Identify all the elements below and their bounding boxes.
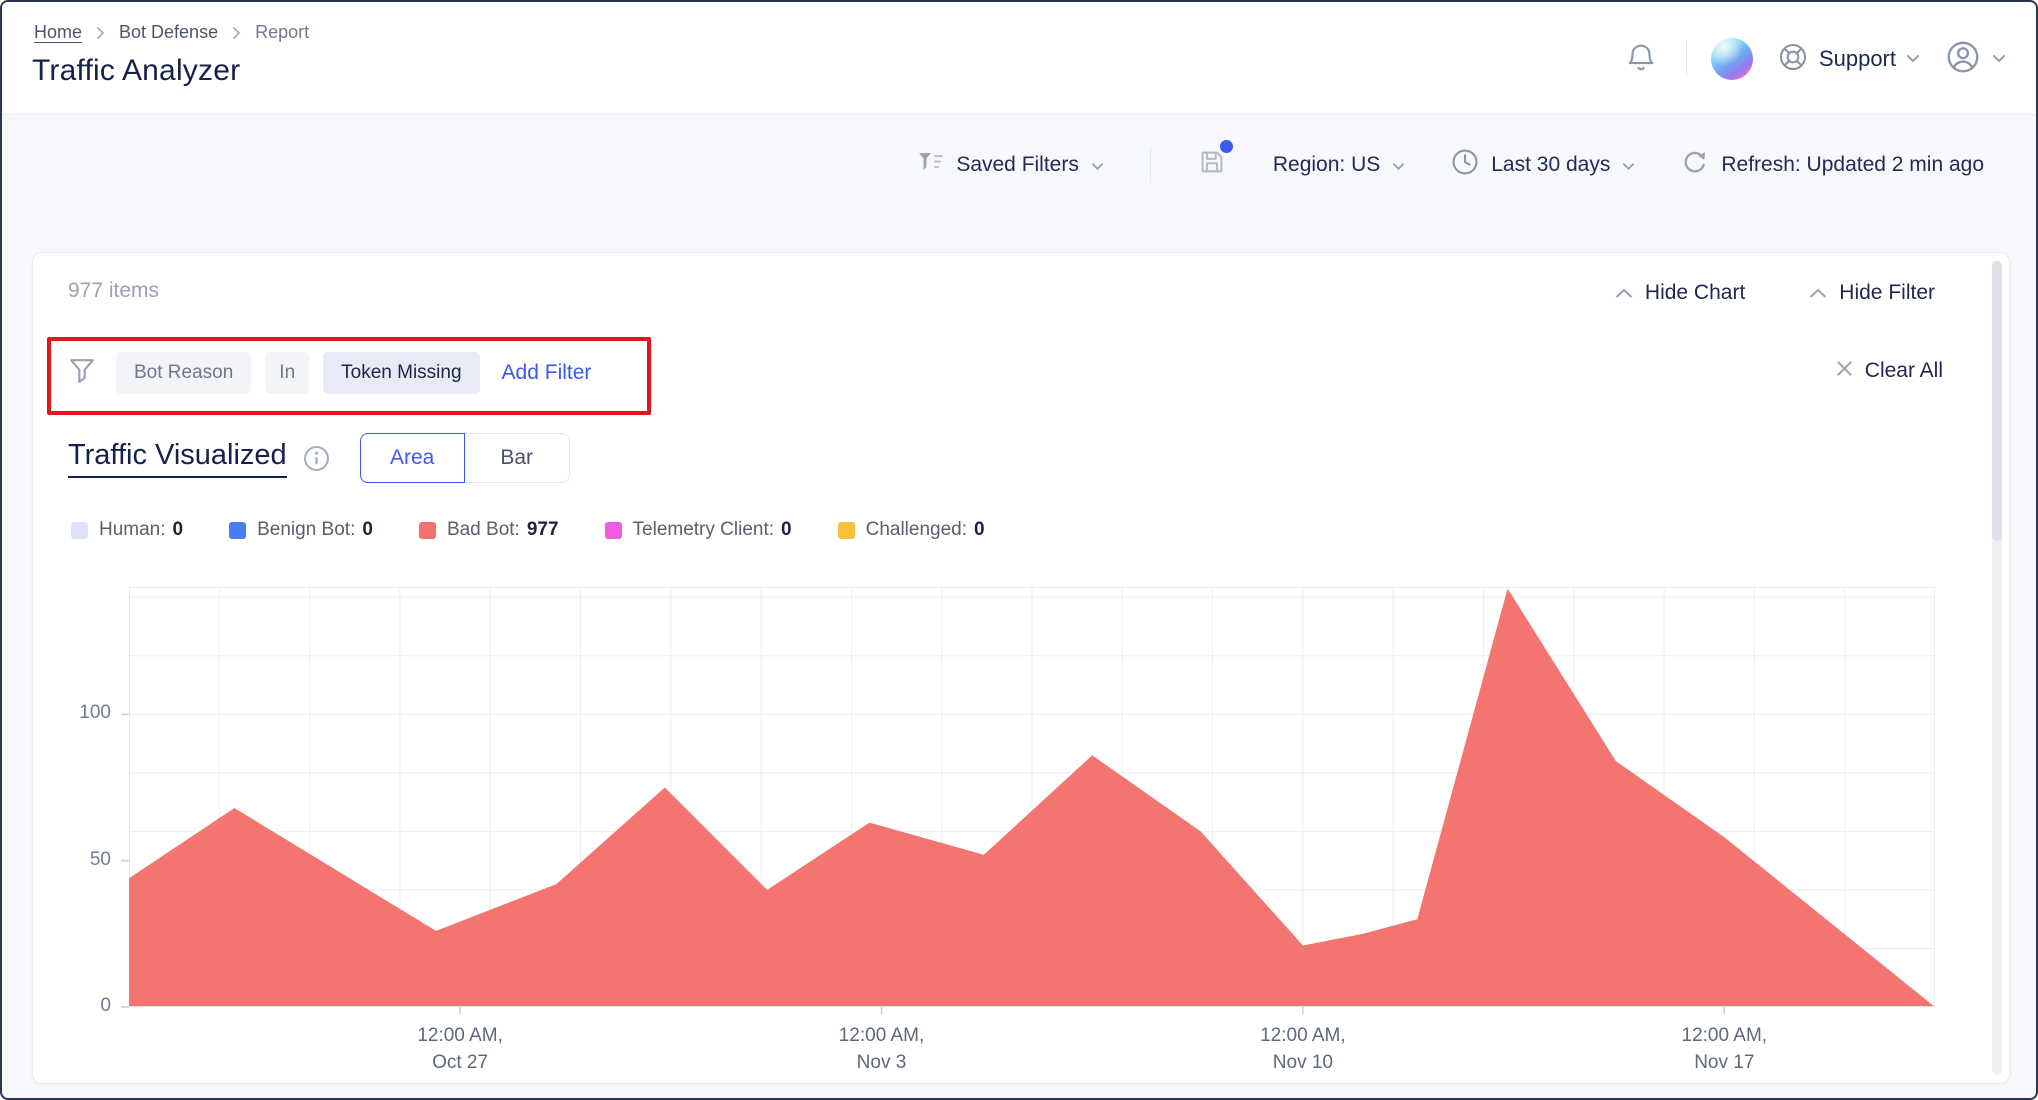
user-menu[interactable]	[1944, 38, 2006, 79]
header: Home Bot Defense Report Traffic Analyzer…	[2, 2, 2036, 115]
legend-swatch	[605, 522, 622, 539]
legend-value: 0	[781, 519, 792, 541]
report-panel: 977 items Hide Chart Hide Filter Bot Rea…	[32, 252, 2010, 1084]
breadcrumb-separator-icon	[232, 26, 241, 40]
toolbar-divider	[1150, 147, 1151, 183]
legend-item-human[interactable]: Human: 0	[71, 519, 183, 541]
legend-swatch	[838, 522, 855, 539]
filter-operator-chip[interactable]: In	[265, 352, 309, 394]
support-label: Support	[1819, 46, 1896, 72]
chart-section-header: Traffic Visualized Area Bar	[68, 433, 570, 483]
x-axis-label: 12:00 AM,Nov 3	[782, 1023, 982, 1076]
section-title[interactable]: Traffic Visualized	[68, 439, 287, 478]
hide-filter-label: Hide Filter	[1839, 281, 1935, 305]
legend-label: Telemetry Client:	[633, 519, 775, 541]
legend-swatch	[71, 522, 88, 539]
filter-bar: Bot Reason In Token Missing Add Filter	[68, 352, 591, 394]
breadcrumb-separator-icon	[96, 26, 105, 40]
x-axis-label: 12:00 AM,Oct 27	[360, 1023, 560, 1076]
area-chart-svg	[117, 587, 1935, 1019]
legend-item-benign-bot[interactable]: Benign Bot: 0	[229, 519, 373, 541]
filter-list-icon	[918, 152, 944, 178]
legend-label: Challenged:	[866, 519, 967, 541]
breadcrumb-home[interactable]: Home	[34, 22, 82, 43]
header-actions: Support	[1620, 2, 2006, 115]
hide-filter-button[interactable]: Hide Filter	[1809, 281, 1935, 305]
chevron-up-icon	[1615, 281, 1633, 305]
hide-chart-button[interactable]: Hide Chart	[1615, 281, 1745, 305]
user-icon	[1944, 38, 1982, 79]
chevron-down-icon	[1992, 51, 2006, 66]
lifering-icon	[1777, 41, 1809, 76]
funnel-icon	[68, 357, 96, 390]
legend-value: 0	[362, 519, 373, 541]
legend-item-telemetry-client[interactable]: Telemetry Client: 0	[605, 519, 792, 541]
legend-label: Human:	[99, 519, 166, 541]
chevron-down-icon	[1392, 153, 1405, 177]
items-count: 977 items	[68, 279, 159, 303]
add-filter-button[interactable]: Add Filter	[502, 361, 592, 385]
region-dropdown[interactable]: Region: US	[1273, 153, 1405, 177]
support-menu[interactable]: Support	[1777, 41, 1920, 76]
collapse-controls: Hide Chart Hide Filter	[1615, 281, 1935, 305]
close-icon	[1836, 359, 1853, 383]
y-axis-label: 100	[45, 702, 111, 724]
breadcrumb-bot-defense[interactable]: Bot Defense	[119, 22, 218, 43]
saved-filters-dropdown[interactable]: Saved Filters	[918, 152, 1104, 178]
app-window: Home Bot Defense Report Traffic Analyzer…	[0, 0, 2038, 1100]
refresh-label: Refresh: Updated 2 min ago	[1721, 153, 1984, 177]
toggle-bar-button[interactable]: Bar	[465, 433, 570, 483]
legend-swatch	[229, 522, 246, 539]
chart-legend: Human: 0 Benign Bot: 0 Bad Bot: 977 Tele…	[71, 519, 985, 541]
toggle-area-button[interactable]: Area	[360, 433, 465, 483]
scrollbar-thumb[interactable]	[1992, 261, 2002, 541]
save-icon	[1197, 147, 1227, 183]
scrollbar-track[interactable]	[1992, 261, 2002, 1075]
legend-item-challenged[interactable]: Challenged: 0	[838, 519, 985, 541]
filter-field-chip[interactable]: Bot Reason	[116, 352, 251, 394]
legend-item-bad-bot[interactable]: Bad Bot: 977	[419, 519, 559, 541]
clock-icon	[1451, 148, 1479, 182]
hide-chart-label: Hide Chart	[1645, 281, 1745, 305]
unsaved-changes-dot	[1220, 140, 1233, 153]
x-axis-label: 12:00 AM,Nov 10	[1203, 1023, 1403, 1076]
clear-all-label: Clear All	[1865, 359, 1943, 383]
chart-type-toggle: Area Bar	[360, 433, 570, 483]
traffic-area-chart[interactable]: 05010012:00 AM,Oct 2712:00 AM,Nov 312:00…	[33, 587, 2011, 1067]
legend-label: Bad Bot:	[447, 519, 520, 541]
ai-assistant-orb-icon[interactable]	[1711, 38, 1753, 80]
chevron-down-icon	[1091, 153, 1104, 177]
bell-icon	[1624, 40, 1658, 77]
breadcrumb-report: Report	[255, 22, 309, 43]
time-range-dropdown[interactable]: Last 30 days	[1451, 148, 1635, 182]
legend-value: 0	[173, 519, 184, 541]
legend-label: Benign Bot:	[257, 519, 355, 541]
region-label: Region: US	[1273, 153, 1380, 177]
refresh-button[interactable]: Refresh: Updated 2 min ago	[1681, 148, 1984, 182]
y-axis-label: 0	[45, 995, 111, 1017]
info-icon[interactable]	[303, 445, 330, 472]
clear-all-button[interactable]: Clear All	[1836, 359, 1943, 383]
legend-value: 977	[527, 519, 559, 541]
chevron-down-icon	[1622, 153, 1635, 177]
header-divider	[1686, 41, 1687, 77]
notifications-button[interactable]	[1620, 36, 1662, 81]
save-filter-button[interactable]	[1197, 147, 1227, 183]
chevron-up-icon	[1809, 281, 1827, 305]
toolbar: Saved Filters Region: US Last 30 days Re…	[2, 115, 2036, 215]
saved-filters-label: Saved Filters	[956, 153, 1079, 177]
breadcrumb: Home Bot Defense Report	[34, 22, 309, 43]
x-axis-label: 12:00 AM,Nov 17	[1624, 1023, 1824, 1076]
refresh-icon	[1681, 148, 1709, 182]
legend-swatch	[419, 522, 436, 539]
filter-value-chip[interactable]: Token Missing	[323, 352, 479, 394]
y-axis-label: 50	[45, 849, 111, 871]
page-title: Traffic Analyzer	[32, 54, 240, 88]
legend-value: 0	[974, 519, 985, 541]
chevron-down-icon	[1906, 51, 1920, 66]
time-range-label: Last 30 days	[1491, 153, 1610, 177]
